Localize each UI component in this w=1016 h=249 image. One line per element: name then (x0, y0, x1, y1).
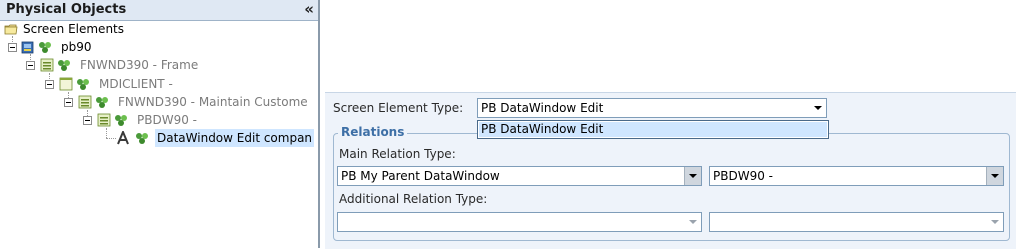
tree-node-label: FNWND390 - Frame (80, 58, 199, 72)
tree-node-label: Screen Elements (23, 22, 125, 36)
additional-relation-type-label: Additional Relation Type: (339, 192, 488, 206)
collapse-toggle-icon[interactable] (8, 43, 17, 52)
main-relation-type-select[interactable]: PB My Parent DataWindow (337, 166, 702, 186)
tree-node-label: MDICLIENT - (99, 77, 173, 91)
collapse-toggle-icon[interactable] (45, 80, 54, 89)
object-group-icon (115, 115, 127, 126)
panel-header: Physical Objects « (0, 0, 318, 21)
object-group-icon (58, 60, 70, 71)
screen-element-type-label: Screen Element Type: (333, 101, 464, 115)
object-group-icon (39, 42, 51, 53)
object-group-icon (136, 133, 148, 144)
tree-node-datawindow-edit[interactable]: DataWindow Edit compan (0, 129, 318, 147)
tree-node-label: pb90 (61, 40, 92, 54)
screen-element-type-value: PB DataWindow Edit (481, 101, 604, 115)
collapse-toggle-icon[interactable] (26, 61, 35, 70)
tree-node-fnwnd390-frame[interactable]: FNWND390 - Frame (0, 56, 318, 74)
detail-blank-area (322, 0, 1016, 92)
object-group-icon (96, 97, 108, 108)
screen-element-type-select[interactable]: PB DataWindow Edit (477, 98, 827, 118)
window-icon (40, 58, 54, 72)
chevron-down-icon[interactable] (986, 167, 1003, 185)
main-relation-target-value: PBDW90 - (713, 169, 773, 183)
window-icon (97, 113, 111, 127)
screen-element-type-dropdown-list: PB DataWindow Edit (477, 120, 829, 139)
window-icon (59, 77, 73, 91)
dropdown-option[interactable]: PB DataWindow Edit (479, 122, 827, 137)
collapse-toggle-icon[interactable] (64, 98, 73, 107)
chevron-down-icon[interactable] (685, 213, 701, 231)
collapse-toggle-icon[interactable] (83, 116, 92, 125)
tree-node-pb90[interactable]: pb90 (0, 38, 318, 56)
tree-node-label: DataWindow Edit compan (155, 129, 315, 147)
main-relation-type-value: PB My Parent DataWindow (341, 169, 500, 183)
tree-node-fnwnd390-maintain-customer[interactable]: FNWND390 - Maintain Custome (0, 93, 318, 111)
additional-relation-target-select[interactable] (709, 212, 1004, 232)
relations-legend: Relations (338, 125, 408, 139)
chevron-down-icon[interactable] (987, 213, 1003, 231)
main-relation-target-select[interactable]: PBDW90 - (709, 166, 1004, 186)
object-group-icon (77, 79, 89, 90)
physical-objects-panel: Physical Objects « Screen Elements pb90 (0, 0, 320, 248)
tree-node-pbdw90[interactable]: PBDW90 - (0, 111, 318, 129)
tree-node-screen-elements[interactable]: Screen Elements (0, 20, 318, 38)
folder-icon (4, 24, 18, 35)
collapse-panel-button[interactable]: « (304, 0, 314, 18)
tree-node-label: FNWND390 - Maintain Custome (118, 95, 308, 109)
panel-title: Physical Objects (6, 2, 127, 17)
application-icon (21, 41, 34, 54)
tree-node-label: PBDW90 - (137, 113, 197, 127)
text-element-icon (117, 131, 129, 145)
tree-node-mdiclient[interactable]: MDICLIENT - (0, 75, 318, 93)
main-relation-type-label: Main Relation Type: (339, 147, 456, 161)
chevron-down-icon[interactable] (810, 99, 826, 117)
chevron-down-icon[interactable] (684, 167, 701, 185)
additional-relation-type-select[interactable] (337, 212, 702, 232)
window-icon (78, 95, 92, 109)
